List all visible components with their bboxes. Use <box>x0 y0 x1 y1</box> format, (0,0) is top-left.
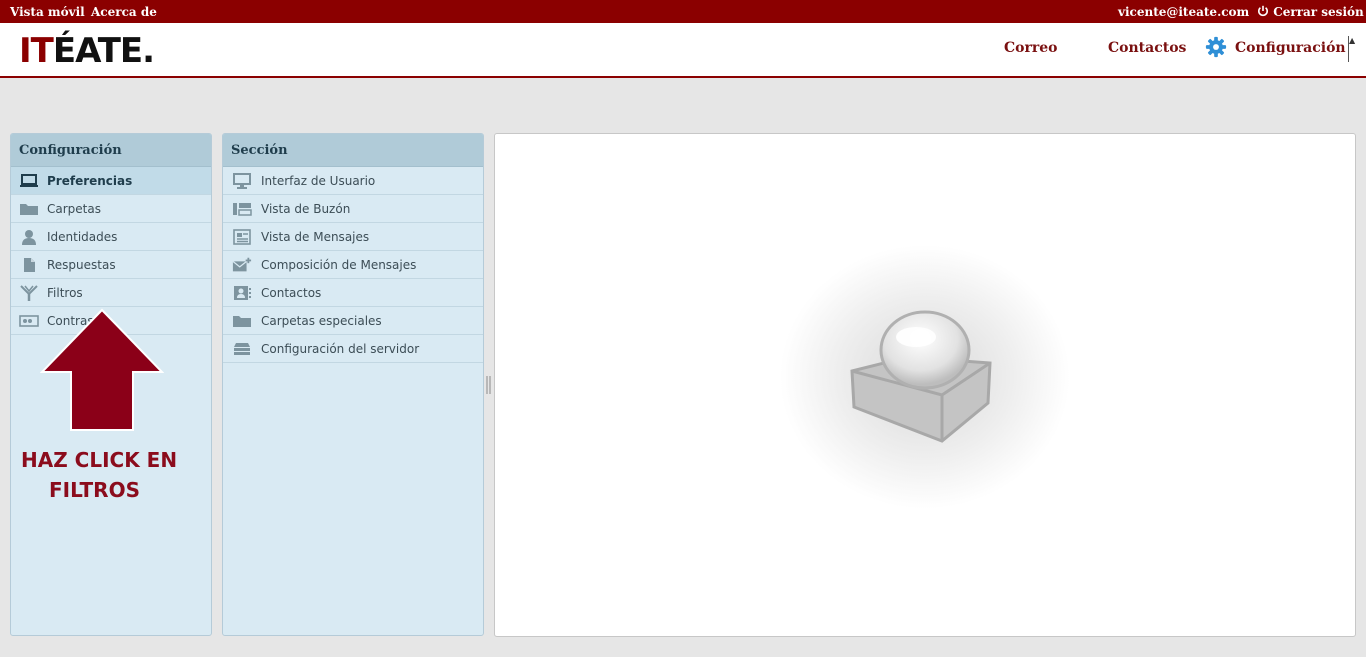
section-item-label: Composición de Mensajes <box>261 258 417 272</box>
top-bar: Vista móvil Acerca de vicente@iteate.com… <box>0 0 1366 23</box>
mailbox-view-icon <box>233 203 252 216</box>
section-item-special-folders[interactable]: Carpetas especiales <box>223 307 483 335</box>
settings-item-label: Filtros <box>47 286 83 300</box>
message-view-icon <box>233 229 251 245</box>
section-item-label: Vista de Mensajes <box>261 230 370 244</box>
gear-icon[interactable] <box>1205 36 1227 58</box>
annotation-text: HAZ CLICK EN FILTROS <box>21 445 201 505</box>
monitor-icon <box>233 173 251 189</box>
user-email: vicente@iteate.com <box>1118 5 1250 19</box>
folder-icon <box>233 316 251 327</box>
annotation-line-1: HAZ CLICK EN <box>21 448 178 472</box>
roundcube-watermark-icon <box>780 245 1070 509</box>
settings-item-label: Carpetas <box>47 202 101 216</box>
nav-settings[interactable]: Configuración <box>1235 40 1346 56</box>
compose-icon <box>232 257 252 272</box>
password-icon <box>19 315 39 327</box>
filter-icon <box>20 285 38 301</box>
person-icon <box>22 230 36 245</box>
mobile-view-link[interactable]: Vista móvil <box>10 5 85 19</box>
header: ITÉATE. Correo Contactos Configuración ▲ <box>0 23 1366 78</box>
section-item-label: Carpetas especiales <box>261 314 382 328</box>
annotation-line-2: FILTROS <box>49 478 140 502</box>
settings-item-label: Identidades <box>47 230 118 244</box>
annotation-arrow-up-icon <box>40 308 164 431</box>
logout-label: Cerrar sesión <box>1273 5 1364 19</box>
section-item-label: Vista de Buzón <box>261 202 351 216</box>
server-icon <box>234 343 250 355</box>
section-item-user-interface[interactable]: Interfaz de Usuario <box>223 167 483 195</box>
logo[interactable]: ITÉATE. <box>19 31 155 71</box>
nav-contacts[interactable]: Contactos <box>1108 40 1186 56</box>
section-item-mailbox-view[interactable]: Vista de Buzón <box>223 195 483 223</box>
folder-icon <box>20 204 38 215</box>
contact-card-icon <box>234 286 251 300</box>
panel-splitter[interactable] <box>486 376 491 394</box>
about-link[interactable]: Acerca de <box>91 5 157 19</box>
section-item-contacts[interactable]: Contactos <box>223 279 483 307</box>
section-item-label: Contactos <box>261 286 322 300</box>
power-icon <box>1258 5 1268 17</box>
nav-mail[interactable]: Correo <box>1004 40 1057 56</box>
laptop-icon <box>20 174 38 187</box>
section-item-label: Configuración del servidor <box>261 342 420 356</box>
settings-item-filters[interactable]: Filtros <box>11 279 211 307</box>
settings-panel-title: Configuración <box>11 134 211 167</box>
scroll-up-arrow[interactable]: ▲ <box>1348 36 1359 62</box>
section-item-compose[interactable]: Composición de Mensajes <box>223 251 483 279</box>
section-item-server-settings[interactable]: Configuración del servidor <box>223 335 483 363</box>
settings-item-label: Respuestas <box>47 258 116 272</box>
section-panel-title: Sección <box>223 134 483 167</box>
settings-item-label: Preferencias <box>47 174 133 188</box>
section-panel: Sección Interfaz de Usuario Vista de Buz… <box>222 133 484 636</box>
section-item-label: Interfaz de Usuario <box>261 174 376 188</box>
logout-link[interactable]: Cerrar sesión <box>1257 5 1364 19</box>
settings-item-responses[interactable]: Respuestas <box>11 251 211 279</box>
section-item-message-view[interactable]: Vista de Mensajes <box>223 223 483 251</box>
document-icon <box>24 258 35 272</box>
settings-item-identities[interactable]: Identidades <box>11 223 211 251</box>
settings-item-preferences[interactable]: Preferencias <box>11 167 211 195</box>
logo-red-part: IT <box>19 31 54 71</box>
logo-rest-part: ÉATE. <box>52 31 155 71</box>
settings-item-folders[interactable]: Carpetas <box>11 195 211 223</box>
